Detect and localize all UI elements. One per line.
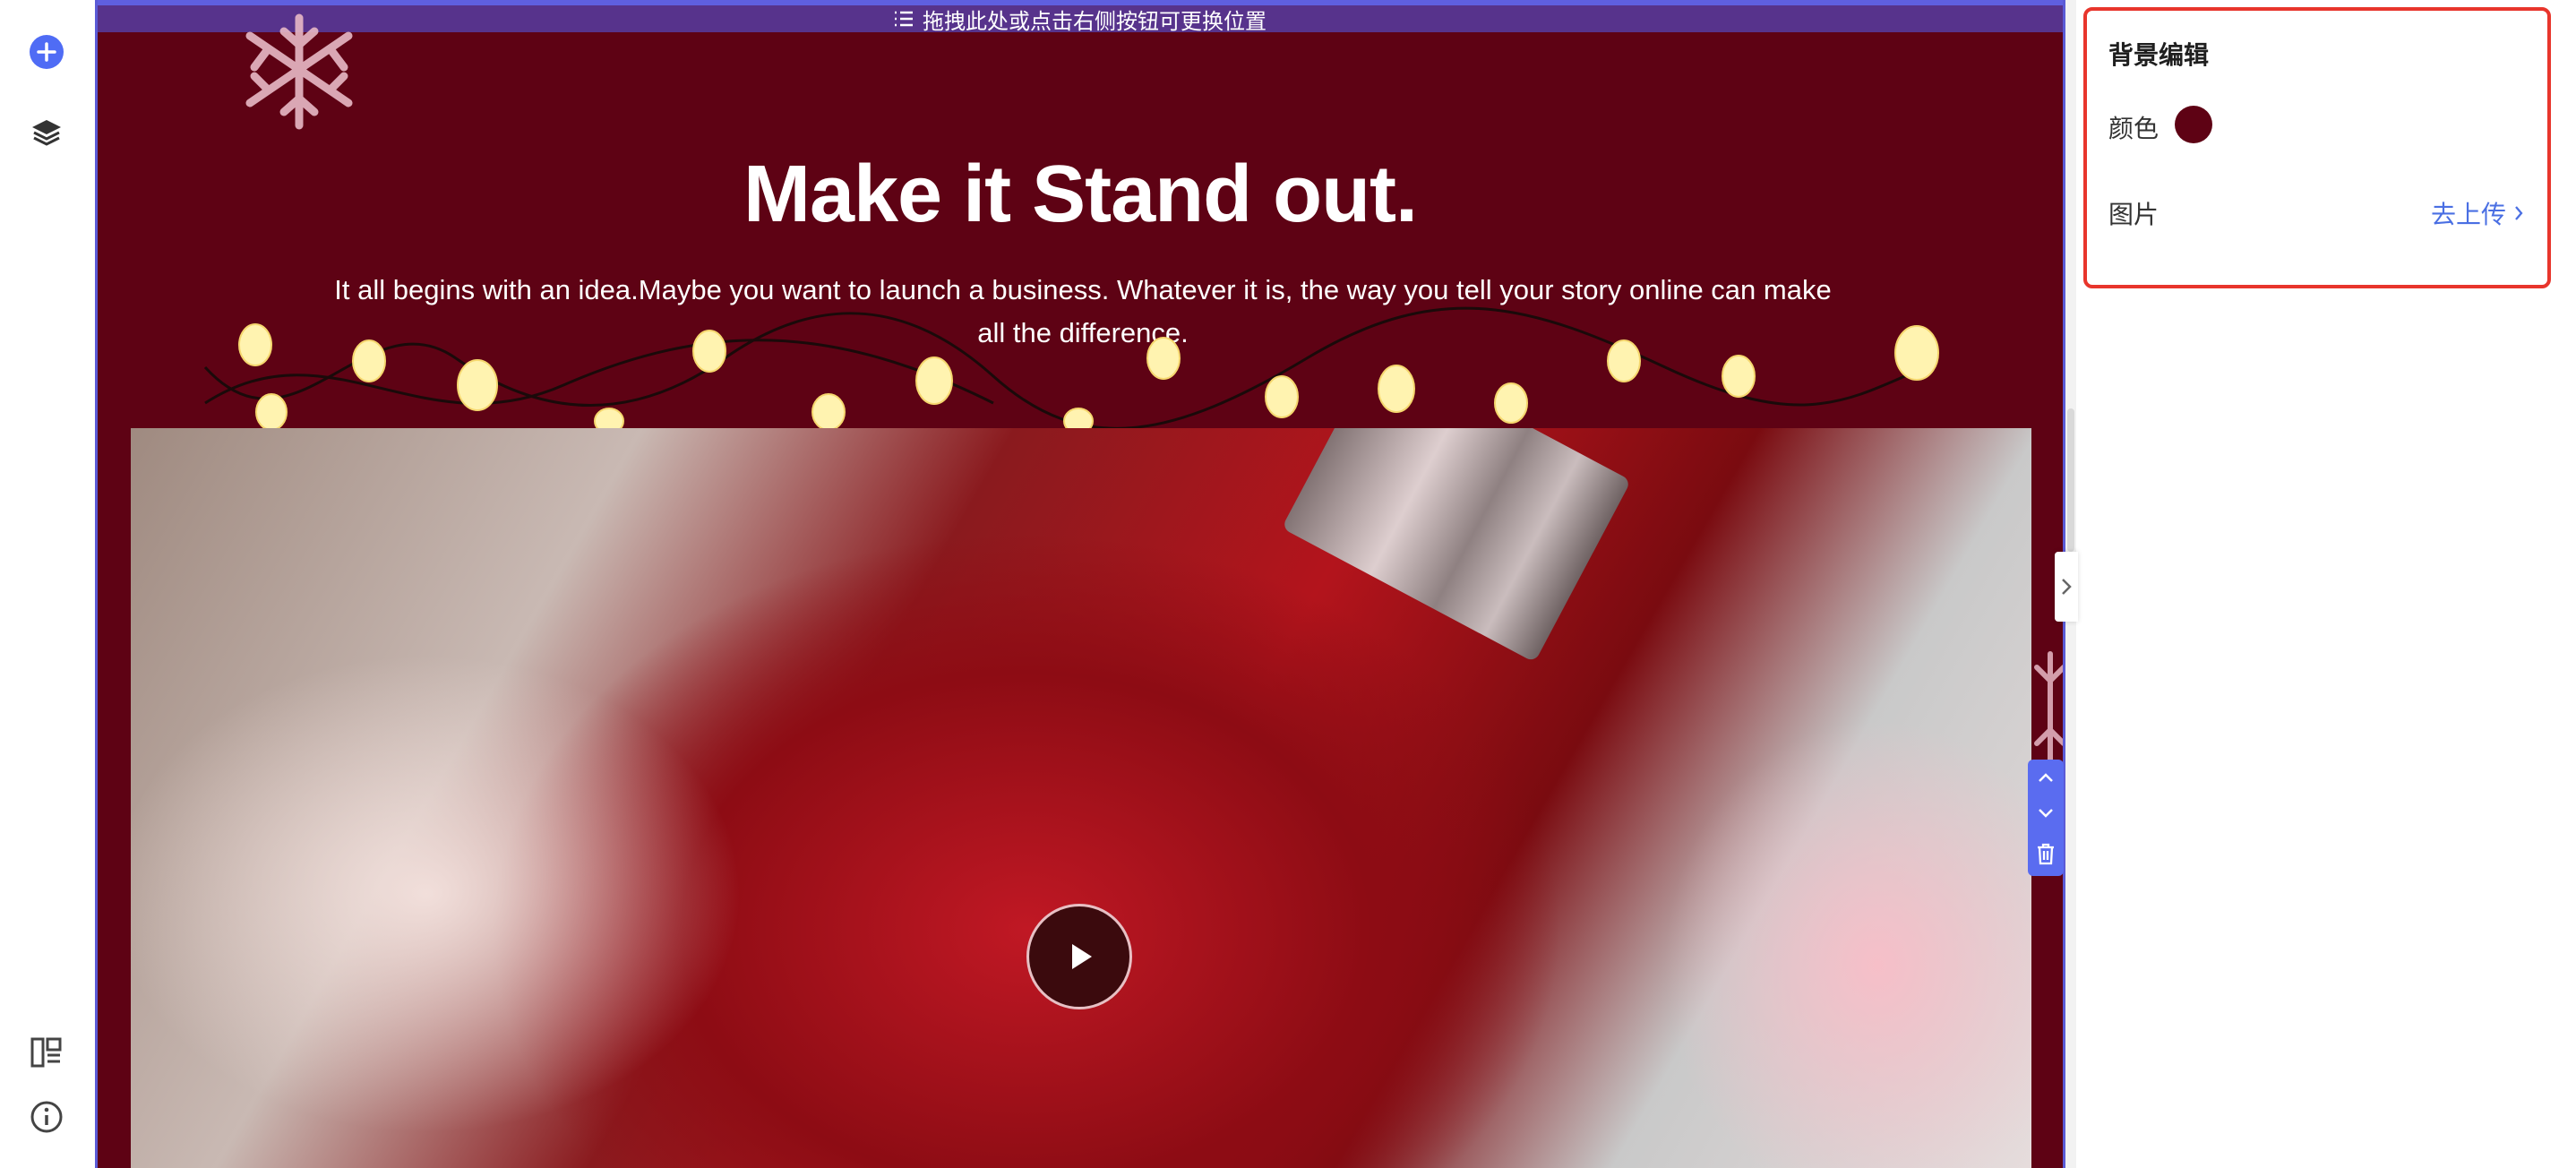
string-lights-decoration <box>203 306 1939 430</box>
color-swatch[interactable] <box>2175 106 2212 143</box>
scrollbar-thumb[interactable] <box>2067 408 2074 552</box>
add-component-button[interactable] <box>24 30 69 74</box>
plus-circle-icon <box>30 35 64 69</box>
video-block[interactable] <box>131 428 2031 1168</box>
bottle-neck-image-detail <box>1281 428 1632 663</box>
layers-icon <box>32 120 61 146</box>
list-icon <box>895 11 913 27</box>
layout-button[interactable] <box>24 1030 69 1075</box>
collapse-panel-button[interactable] <box>2055 552 2078 622</box>
upload-link[interactable]: 去上传 <box>2431 195 2524 231</box>
section-controls <box>2028 760 2064 876</box>
drag-hint-text: 拖拽此处或点击右侧按钮可更换位置 <box>923 9 1267 34</box>
play-icon <box>1072 944 1092 969</box>
left-toolbar <box>0 0 95 1168</box>
snowflake-fragment-icon <box>2034 651 2063 764</box>
snowflake-icon <box>245 13 353 130</box>
image-label: 图片 <box>2108 201 2160 228</box>
editor-canvas[interactable]: 拖拽此处或点击右侧按钮可更换位置 Make it Stand out. It a… <box>95 0 2065 1168</box>
info-button[interactable] <box>24 1095 69 1139</box>
chevron-right-icon <box>2062 579 2072 595</box>
upload-link-label: 去上传 <box>2430 201 2506 228</box>
delete-icon[interactable] <box>2035 842 2057 865</box>
layout-icon <box>30 1037 62 1068</box>
info-icon <box>30 1101 63 1133</box>
background-edit-panel: 背景编辑 颜色 图片 去上传 <box>2083 7 2551 288</box>
hero-headline: Make it Stand out. <box>743 150 1418 239</box>
drag-handle-bar[interactable]: 拖拽此处或点击右侧按钮可更换位置 <box>98 0 2063 34</box>
layers-button[interactable] <box>24 110 69 155</box>
move-down-icon[interactable] <box>2036 806 2056 820</box>
play-button[interactable] <box>1026 904 1132 1009</box>
panel-title: 背景编辑 <box>2108 41 2210 69</box>
chevron-right-icon <box>2515 206 2523 220</box>
move-up-icon[interactable] <box>2036 770 2056 785</box>
color-label: 颜色 <box>2108 115 2160 142</box>
